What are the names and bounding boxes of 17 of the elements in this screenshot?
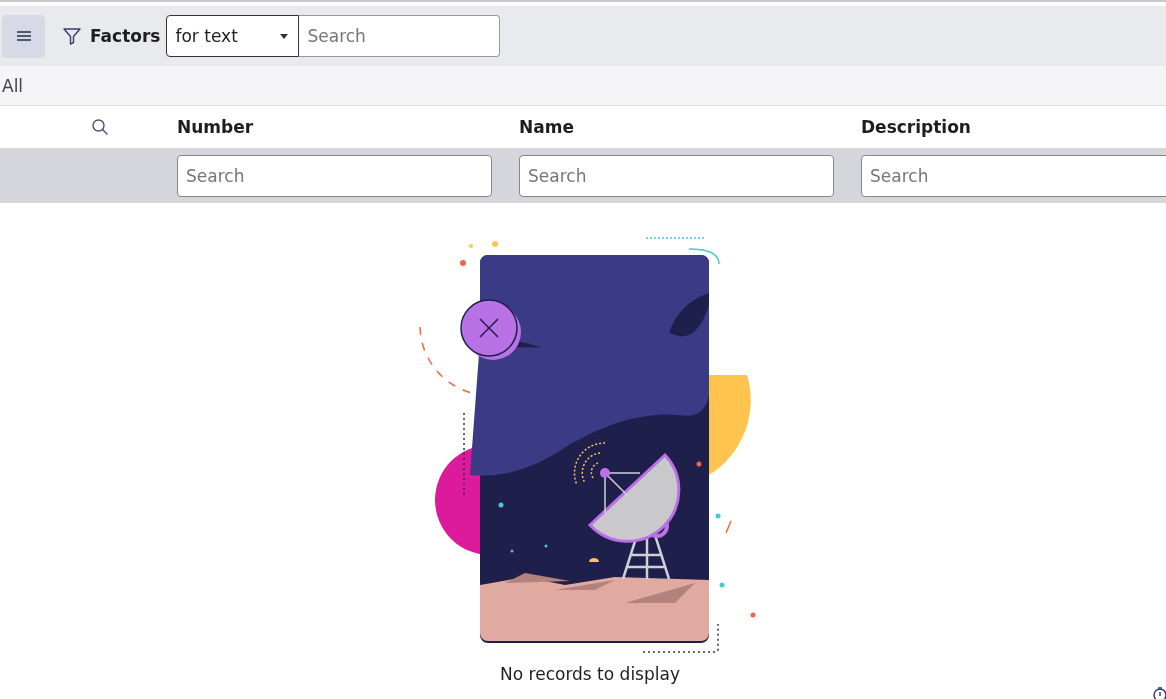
empty-state-message: No records to display bbox=[500, 664, 680, 684]
breadcrumb-link[interactable]: All bbox=[2, 75, 24, 96]
list-title: Factors bbox=[90, 26, 161, 46]
column-search-field[interactable]: Search bbox=[861, 154, 1166, 197]
column-header[interactable]: Name bbox=[519, 117, 574, 137]
search-mode-dropdown[interactable]: for text bbox=[166, 15, 300, 57]
column-header[interactable]: Description bbox=[861, 117, 971, 137]
search-icon[interactable] bbox=[91, 118, 109, 136]
column-search-field[interactable]: Search bbox=[519, 154, 834, 197]
filter-icon[interactable] bbox=[62, 26, 82, 46]
column-header[interactable]: Number bbox=[177, 117, 254, 137]
stopwatch-icon[interactable] bbox=[1152, 686, 1166, 699]
menu-icon bbox=[15, 30, 32, 42]
column-search-field[interactable]: Search bbox=[177, 154, 492, 197]
caret-icon bbox=[280, 33, 289, 39]
menu-button[interactable] bbox=[2, 14, 45, 58]
search-field[interactable]: Search bbox=[299, 15, 501, 57]
